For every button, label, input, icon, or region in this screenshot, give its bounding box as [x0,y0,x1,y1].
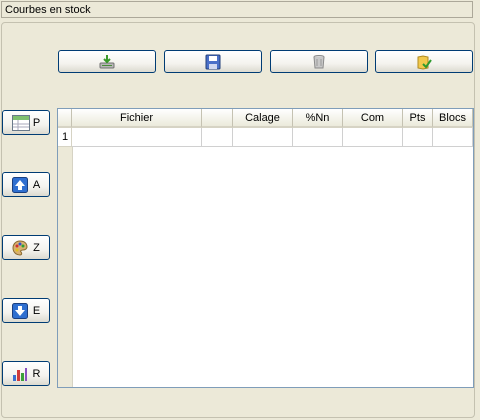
cell-blank[interactable] [202,128,233,147]
cell-calage[interactable] [233,128,293,147]
z-button[interactable]: Z [2,235,50,260]
z-button-label: Z [33,241,40,254]
row-number[interactable]: 1 [58,128,72,147]
column-header-pts[interactable]: Pts [403,109,433,128]
column-header-calage[interactable]: Calage [233,109,293,128]
trash-can-icon [311,54,327,70]
open-folder-button[interactable] [375,50,473,73]
curves-table[interactable]: Fichier Calage %Nn Com Pts Blocs 1 [57,108,474,388]
column-header-fichier[interactable]: Fichier [72,109,202,128]
cell-blocs[interactable] [433,128,473,147]
corner-header [58,109,72,128]
folder-check-icon [416,54,432,70]
floppy-disk-icon [205,54,221,70]
palette-icon [12,239,28,256]
a-button-label: A [32,178,41,191]
save-button[interactable] [164,50,262,73]
arrow-down-icon [11,302,28,319]
row-gutter [58,128,73,387]
p-button[interactable]: P [2,110,50,135]
r-button-label: R [32,367,41,380]
column-header-blank[interactable] [202,109,233,128]
p-button-label: P [32,116,41,129]
bar-chart-icon [12,366,28,382]
column-header-blocs[interactable]: Blocs [433,109,473,128]
cell-fichier[interactable] [72,128,202,147]
delete-button[interactable] [270,50,368,73]
cell-com[interactable] [343,128,403,147]
cell-nn[interactable] [293,128,343,147]
e-button[interactable]: E [2,298,50,323]
table-header: Fichier Calage %Nn Com Pts Blocs [58,109,473,128]
e-button-label: E [32,304,41,317]
arrow-up-icon [11,176,28,193]
table-icon [11,114,30,131]
a-button[interactable]: A [2,172,50,197]
column-header-nn[interactable]: %Nn [293,109,343,128]
column-header-com[interactable]: Com [343,109,403,128]
import-button[interactable] [58,50,156,73]
r-button[interactable]: R [2,361,50,386]
cell-pts[interactable] [403,128,433,147]
window-title: Courbes en stock [1,1,473,18]
import-tray-icon [99,54,115,70]
